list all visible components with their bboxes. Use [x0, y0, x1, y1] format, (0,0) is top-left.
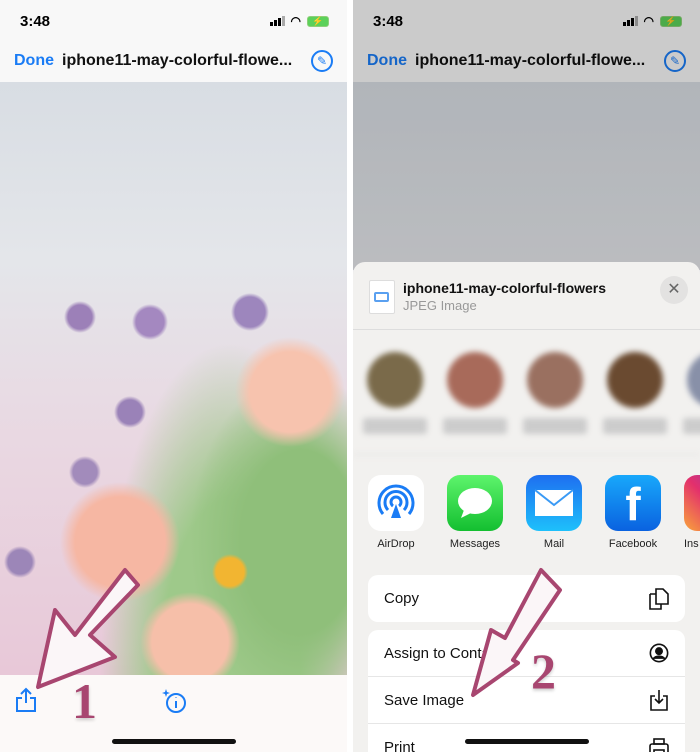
- file-thumbnail-icon: [369, 280, 395, 314]
- done-button[interactable]: Done: [14, 52, 54, 70]
- status-bar: 3:48 ◠ ⚡: [0, 0, 347, 40]
- share-apps-row: AirDrop Messages Mail f Facebook Ins: [353, 455, 700, 570]
- share-icon[interactable]: [14, 687, 38, 713]
- action-label: Copy: [384, 590, 420, 607]
- facebook-icon: f: [605, 475, 661, 531]
- app-instagram[interactable]: Ins: [684, 475, 700, 550]
- contact-avatar[interactable]: [523, 352, 587, 434]
- contact-icon: [649, 643, 669, 663]
- app-label: Facebook: [608, 538, 658, 550]
- contact-avatar[interactable]: [603, 352, 667, 434]
- share-sheet-screen: 3:48 ◠ ⚡ Done iphone11-may-colorful-flowe…: [353, 0, 700, 752]
- app-label: AirDrop: [377, 538, 415, 550]
- file-title: iphone11-may-colorful-flowe...: [62, 52, 293, 69]
- status-time: 3:48: [20, 13, 51, 30]
- messages-icon: [447, 475, 503, 531]
- save-download-icon: [650, 690, 668, 711]
- home-indicator: [111, 739, 236, 744]
- wifi-icon: ◠: [290, 14, 301, 28]
- share-file-type: JPEG Image: [403, 298, 477, 313]
- dim-overlay: [353, 0, 700, 270]
- step-number-1: 1: [72, 673, 97, 729]
- app-airdrop[interactable]: AirDrop: [368, 475, 424, 550]
- app-facebook[interactable]: f Facebook: [605, 475, 661, 550]
- contact-avatar[interactable]: [683, 352, 700, 434]
- cellular-icon: [269, 16, 285, 26]
- step-number-2: 2: [531, 643, 556, 699]
- visual-lookup-info-icon[interactable]: [160, 687, 188, 715]
- printer-icon: [649, 737, 669, 752]
- app-mail[interactable]: Mail: [526, 475, 582, 550]
- app-label: Mail: [543, 538, 565, 550]
- annotation-arrow-2: [471, 568, 562, 697]
- copy-icon: [649, 587, 669, 610]
- action-print[interactable]: Print: [368, 724, 685, 752]
- action-label: Print: [384, 739, 415, 752]
- contact-suggestions: [353, 330, 700, 455]
- battery-icon: ⚡: [307, 15, 329, 27]
- app-label: Ins: [684, 538, 699, 550]
- close-icon[interactable]: ✕: [660, 276, 688, 304]
- app-label: Messages: [449, 538, 501, 550]
- photo-viewer-screen: 3:48 ◠ ⚡ Done iphone11-may-colorful-flowe…: [0, 0, 347, 752]
- contact-avatar[interactable]: [443, 352, 507, 434]
- markup-pen-icon[interactable]: ✎: [311, 50, 333, 72]
- action-label: Save Image: [384, 691, 465, 709]
- share-sheet-header: iphone11-may-colorful-flowers JPEG Image…: [353, 262, 700, 330]
- instagram-icon: [684, 475, 700, 531]
- app-messages[interactable]: Messages: [447, 475, 503, 550]
- share-file-name: iphone11-may-colorful-flowers: [403, 280, 607, 296]
- mail-icon: [526, 475, 582, 531]
- nav-bar: Done iphone11-may-colorful-flowe... ✎: [0, 40, 347, 82]
- home-indicator: [464, 739, 589, 744]
- airdrop-icon: [368, 475, 424, 531]
- contact-avatar[interactable]: [363, 352, 427, 434]
